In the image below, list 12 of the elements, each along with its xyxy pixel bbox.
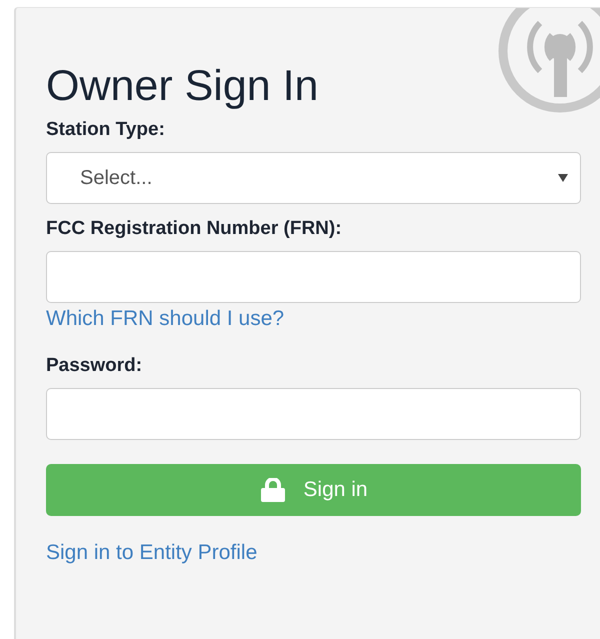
sign-in-button[interactable]: Sign in [46, 464, 581, 516]
entity-profile-link[interactable]: Sign in to Entity Profile [46, 541, 258, 565]
caret-icon [558, 174, 568, 182]
field-label: Station Type: [46, 119, 165, 141]
field-label: Password: [46, 355, 142, 377]
page-title: Owner Sign In [46, 61, 318, 112]
field-label: FCC Registration Number (FRN): [46, 218, 342, 240]
password-input-field[interactable] [46, 388, 581, 440]
help-link[interactable]: Which FRN should I use? [46, 307, 284, 331]
station-type-select[interactable]: Select... [46, 152, 581, 204]
lock-icon [259, 478, 288, 502]
frn-input-field[interactable] [46, 251, 581, 303]
